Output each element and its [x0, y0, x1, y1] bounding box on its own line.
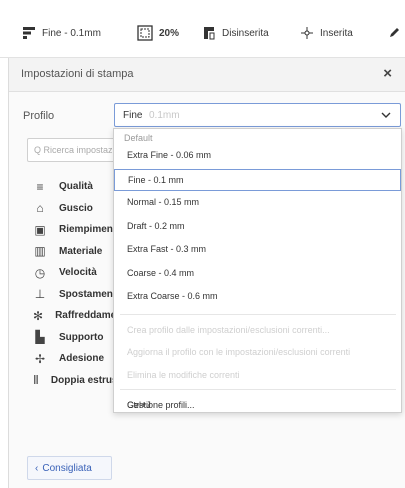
profile-action-label: Elimina le modifiche correnti	[127, 369, 240, 380]
dropdown-divider	[120, 313, 396, 315]
infill-icon	[137, 25, 153, 41]
settings-category-label: Velocità	[59, 267, 97, 279]
settings-category-label: Adesione	[59, 353, 105, 365]
support-summary-label: Disinserita	[222, 27, 269, 39]
settings-category-label: Supporto	[59, 331, 104, 343]
recommended-mode-button[interactable]: ‹ Consigliata	[27, 456, 112, 480]
back-chevron-icon: ‹	[35, 462, 39, 474]
recommended-mode-label: Consigliata	[42, 462, 92, 474]
shell-icon: ⌂	[36, 201, 44, 216]
search-placeholder: Q Ricerca impostazioni	[34, 145, 116, 155]
profile-action-disabled: Crea profilo dalle impostazioni/esclusio…	[114, 320, 401, 342]
panel-header: Impostazioni di stampa ×	[9, 58, 405, 92]
panel-title: Impostazioni di stampa	[21, 68, 134, 80]
profile-option[interactable]: Normal - 0.15 mm	[114, 192, 401, 214]
settings-category-item[interactable]: ▣ Riempimento	[27, 219, 127, 241]
settings-category-item[interactable]: ◷ Velocità	[27, 262, 127, 284]
profile-option[interactable]: Extra Coarse - 0.6 mm	[114, 286, 401, 308]
profile-option-label: Extra Coarse - 0.6 mm	[127, 291, 218, 301]
manage-profiles-item[interactable]: Gestione profili... Ctrl+J	[114, 395, 401, 417]
material-icon: ▥	[34, 244, 46, 259]
profile-option[interactable]: Fine - 0.1 mm	[114, 168, 401, 191]
manage-profiles-shortcut: Ctrl+J	[127, 400, 151, 410]
settings-category-item[interactable]: ≡ Qualità	[27, 176, 127, 198]
settings-category-list: ≡ Qualità ⌂ Guscio ▣ Riempimento ▥ Materiale ◷ Ve…	[27, 176, 138, 392]
speed-icon: ◷	[34, 265, 46, 280]
infill-summary-button[interactable]: 20%	[137, 24, 179, 42]
profile-summary-label: Fine - 0.1mm	[42, 27, 101, 39]
profile-label: Profilo	[23, 110, 55, 122]
settings-category-item[interactable]: ✢ Adesione	[27, 348, 127, 370]
profile-action-label: Crea profilo dalle impostazioni/esclusio…	[127, 324, 330, 335]
settings-category-label: Guscio	[59, 202, 93, 214]
profile-option[interactable]: Draft - 0.2 mm	[114, 216, 401, 238]
settings-category-item[interactable]: ✻ Raffreddamento	[27, 305, 132, 327]
settings-category-item[interactable]: ⌂ Guscio	[27, 198, 127, 220]
profile-option-label: Extra Fast - 0.3 mm	[127, 244, 207, 254]
profile-option[interactable]: Extra Fine - 0.06 mm	[114, 145, 401, 167]
settings-category-label: Qualità	[59, 181, 93, 193]
settings-category-label: Materiale	[59, 245, 103, 257]
infill-summary-label: 20%	[159, 27, 180, 39]
adhesion-summary-button[interactable]: Inserita	[300, 24, 353, 42]
profile-select[interactable]: Fine 0.1mm	[114, 103, 401, 127]
profile-option-label: Draft - 0.2 mm	[127, 220, 185, 231]
settings-category-item[interactable]: ▥ Materiale	[27, 241, 127, 263]
close-icon[interactable]: ×	[383, 65, 392, 82]
settings-category-label: Spostamenti	[59, 288, 120, 300]
adhesion-icon	[301, 27, 313, 39]
dropdown-divider	[120, 389, 396, 390]
profile-dropdown-menu: Default Extra Fine - 0.06 mm Fine - 0.1 m…	[113, 128, 402, 413]
settings-category-item[interactable]: ⊥ Spostamenti	[27, 284, 127, 306]
quality-icon	[23, 27, 35, 39]
settings-category-item[interactable]: Ⅱ Doppia estrusione	[27, 370, 138, 392]
profile-action-label: Aggiorna il profilo con le impostazioni/…	[127, 347, 351, 357]
pencil-icon	[390, 28, 399, 37]
profile-summary-button[interactable]: Fine - 0.1mm	[22, 24, 101, 42]
chevron-down-icon	[381, 112, 391, 118]
infill-icon: ▣	[34, 222, 46, 237]
support-icon: ▙	[35, 330, 45, 345]
profile-action-disabled: Aggiorna il profilo con le impostazioni/…	[114, 342, 401, 364]
search-input[interactable]: Q Ricerca impostazioni	[27, 138, 117, 162]
dual-extrusion-icon: Ⅱ	[33, 373, 39, 388]
profile-select-hint: 0.1mm	[149, 110, 180, 121]
quality-icon: ≡	[36, 179, 44, 194]
cooling-icon: ✻	[33, 308, 44, 323]
travel-icon: ⊥	[34, 287, 46, 302]
support-summary-button[interactable]: Disinserita	[202, 24, 269, 42]
dropdown-section-default: Default	[124, 133, 153, 143]
print-setup-toolbar: Fine - 0.1mm 20% Disinserita Inserita	[0, 0, 405, 58]
profile-option-label: Normal - 0.15 mm	[127, 197, 200, 207]
profile-option[interactable]: Extra Fast - 0.3 mm	[114, 239, 401, 261]
custom-settings-button[interactable]	[388, 24, 400, 42]
profile-option-label: Coarse - 0.4 mm	[127, 267, 195, 278]
profile-option[interactable]: Coarse - 0.4 mm	[114, 263, 401, 285]
support-icon	[204, 27, 215, 40]
profile-option-label: Extra Fine - 0.06 mm	[127, 150, 212, 160]
adhesion-summary-label: Inserita	[320, 27, 353, 39]
profile-option-label: Fine - 0.1 mm	[128, 174, 184, 185]
adhesion-icon: ✢	[34, 351, 46, 366]
profile-select-value: Fine	[123, 110, 143, 121]
settings-category-item[interactable]: ▙ Supporto	[27, 327, 127, 349]
profile-action-disabled: Elimina le modifiche correnti	[114, 365, 401, 387]
